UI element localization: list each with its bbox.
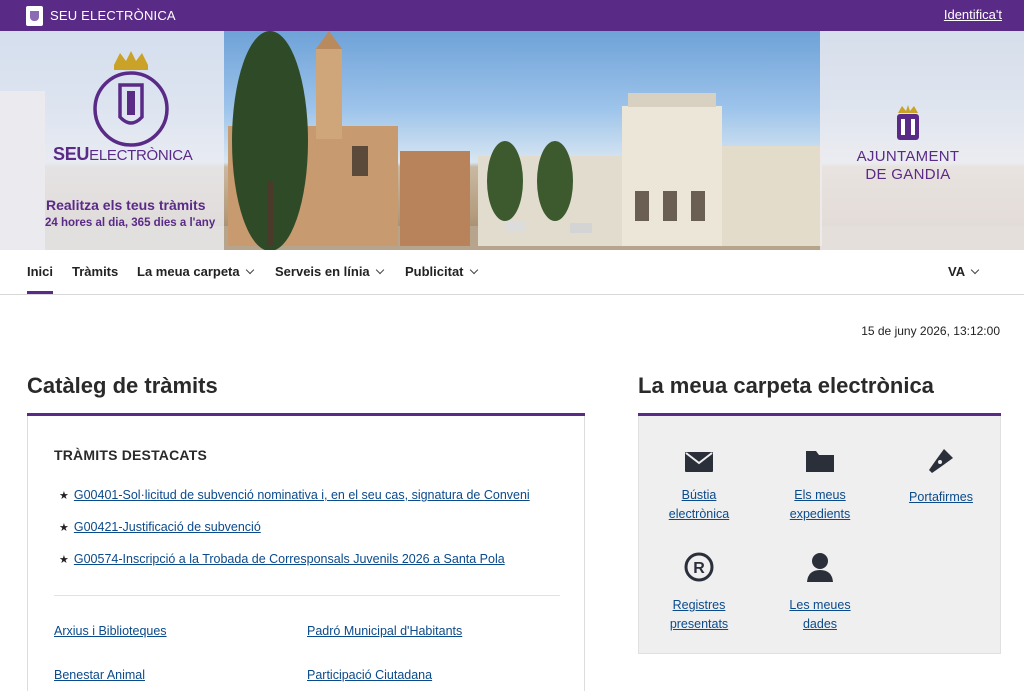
tile-expedients[interactable]: Els meus expedients (765, 450, 875, 524)
folder-icon (806, 451, 834, 472)
featured-item: ★ G00574-Inscripció a la Trobada de Corre… (59, 552, 505, 566)
ajuntament-name-line2: DE GANDIA (865, 166, 951, 183)
seu-crest-icon (93, 51, 169, 147)
top-bar: SEU ELECTRÒNICA Identifica't (0, 0, 1024, 31)
tile-portafirmes-line1: Portafirmes (909, 490, 973, 504)
tile-registres-line1: Registres (672, 598, 726, 612)
chevron-down-icon (970, 265, 980, 275)
tile-portafirmes[interactable]: Portafirmes (886, 448, 996, 507)
tile-expedients-line2: expedients (789, 507, 851, 521)
featured-item: ★ G00421-Justificació de subvenció (59, 520, 261, 534)
tile-dades-line2: dades (802, 617, 838, 631)
user-icon (807, 553, 833, 582)
ajuntament-name-line1: AJUNTAMENT (856, 148, 960, 165)
current-datetime: 15 de juny 2026, 13:12:00 (861, 324, 1000, 338)
svg-text:R: R (693, 560, 705, 577)
seu-logo-rest: ELECTRÒNICA (89, 147, 193, 164)
main-nav: Inici Tràmits La meua carpeta Serveis en… (0, 250, 1024, 295)
chevron-down-icon (375, 265, 384, 275)
nav-item-inici[interactable]: Inici (27, 264, 54, 294)
nav-item-tramits[interactable]: Tràmits (72, 264, 118, 279)
tile-bustia[interactable]: Bústia electrònica (644, 452, 754, 524)
nav-item-carpeta[interactable]: La meua carpeta (137, 264, 254, 279)
registered-icon: R (684, 552, 714, 582)
featured-link-g00401[interactable]: G00401-Sol·licitud de subvenció nominati… (74, 488, 530, 502)
login-link[interactable]: Identifica't (944, 7, 1002, 22)
banner-tagline: Realitza els teus tràmits (46, 197, 206, 213)
category-participacio[interactable]: Participació Ciutadana (307, 668, 432, 682)
nav-item-publicitat[interactable]: Publicitat (405, 264, 478, 279)
header-banner: SEUELECTRÒNICA Realitza els teus tràmits… (0, 31, 1024, 250)
envelope-icon (685, 452, 713, 472)
catalog-card: TRÀMITS DESTACATS ★ G00401-Sol·licitud de… (27, 416, 585, 691)
tile-bustia-line1: Bústia (681, 488, 717, 502)
star-icon: ★ (59, 490, 69, 502)
brand-name: SEU ELECTRÒNICA (50, 8, 176, 23)
language-selector[interactable]: VA (948, 264, 980, 279)
nav-item-publicitat-label: Publicitat (405, 264, 464, 279)
tile-registres-line2: presentats (669, 617, 729, 631)
category-arxius[interactable]: Arxius i Biblioteques (54, 624, 167, 638)
town-shield-icon (26, 5, 43, 26)
tile-expedients-line1: Els meus (794, 488, 846, 502)
featured-link-g00574[interactable]: G00574-Inscripció a la Trobada de Corres… (74, 552, 505, 566)
star-icon: ★ (59, 554, 69, 566)
seu-logo-text: SEUELECTRÒNICA (53, 144, 193, 165)
nav-item-carpeta-label: La meua carpeta (137, 264, 240, 279)
seu-logo-bold: SEU (53, 144, 90, 164)
nav-item-serveis-label: Serveis en línia (275, 264, 370, 279)
chevron-down-icon (245, 265, 254, 275)
catalog-title: Catàleg de tràmits (27, 373, 218, 398)
nav-item-serveis[interactable]: Serveis en línia (275, 264, 384, 279)
gandia-coat-of-arms-icon (897, 105, 919, 140)
pen-nib-icon (929, 449, 953, 473)
tile-registres[interactable]: R Registres presentats (644, 552, 754, 634)
carpeta-panel: Bústia electrònica Els meus expedients P… (638, 416, 1001, 654)
tile-dades-line1: Les meues (789, 598, 851, 612)
carpeta-title: La meua carpeta electrònica (638, 373, 934, 398)
tile-dades[interactable]: Les meues dades (765, 552, 875, 634)
category-benestar[interactable]: Benestar Animal (54, 668, 145, 682)
chevron-down-icon (469, 265, 478, 275)
tile-bustia-line2: electrònica (668, 507, 730, 521)
featured-link-g00421[interactable]: G00421-Justificació de subvenció (74, 520, 261, 534)
featured-heading: TRÀMITS DESTACATS (54, 447, 207, 463)
featured-item: ★ G00401-Sol·licitud de subvenció nominat… (59, 488, 530, 502)
category-padro[interactable]: Padró Municipal d'Habitants (307, 624, 462, 638)
language-label: VA (948, 264, 966, 279)
star-icon: ★ (59, 522, 69, 534)
banner-tagline-hours: 24 hores al dia, 365 dies a l'any (45, 217, 216, 229)
divider (54, 595, 560, 596)
